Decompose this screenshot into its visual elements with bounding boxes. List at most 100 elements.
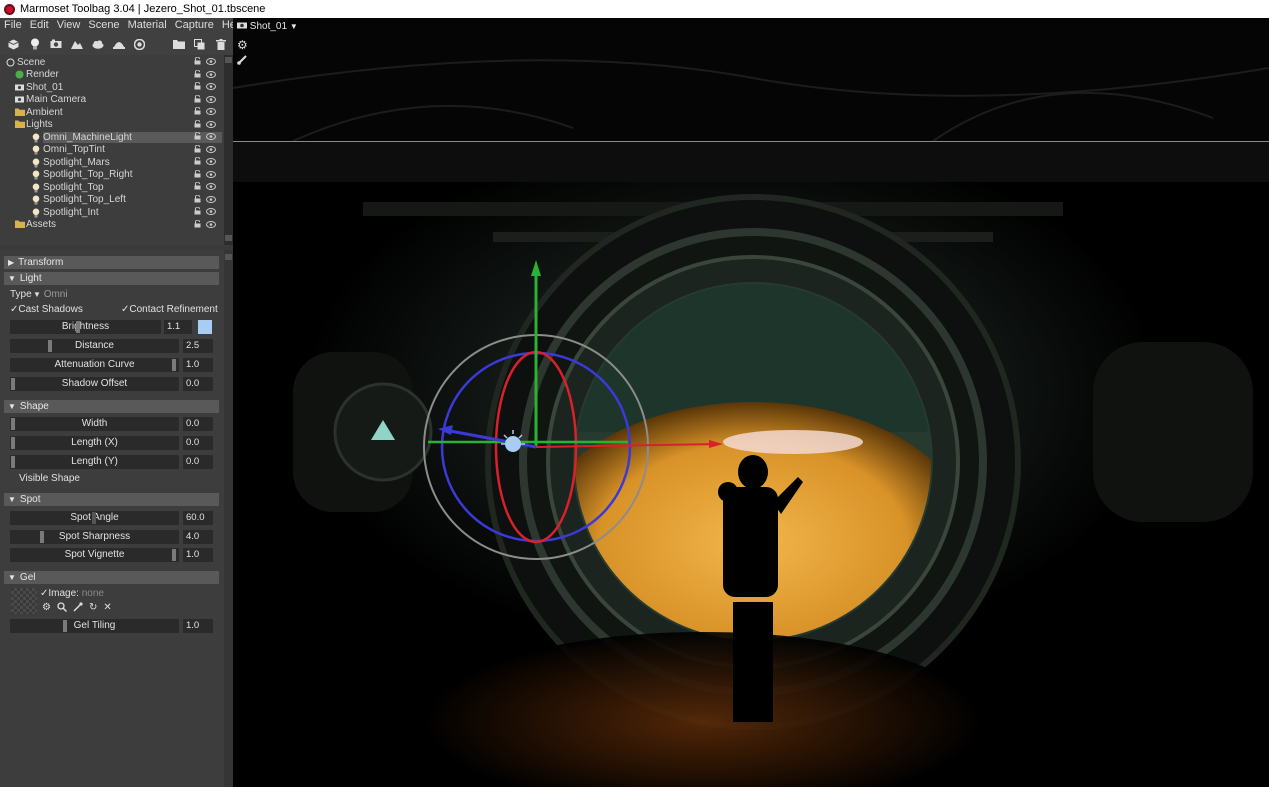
section-light[interactable]: ▼ Light [4, 272, 219, 285]
trash-icon[interactable] [213, 37, 228, 51]
lock-icon[interactable] [194, 94, 201, 105]
brightness-value[interactable]: 1.1 [164, 320, 192, 334]
length-x-slider[interactable]: Length (X) [10, 436, 179, 450]
add-light-icon[interactable] [27, 37, 42, 51]
slider-knob[interactable] [11, 456, 15, 468]
menu-edit[interactable]: Edit [26, 18, 53, 33]
lock-icon[interactable] [194, 81, 201, 92]
visibility-eye-icon[interactable] [206, 157, 216, 167]
visibility-eye-icon[interactable] [206, 220, 216, 230]
visibility-eye-icon[interactable] [206, 70, 216, 80]
outliner-item-render[interactable]: Render [0, 69, 222, 82]
search-icon[interactable] [57, 602, 67, 615]
reload-icon[interactable]: ↻ [89, 602, 97, 615]
visibility-eye-icon[interactable] [206, 82, 216, 92]
add-sky-icon[interactable] [132, 37, 147, 51]
outliner-item-shot-01[interactable]: Shot_01 [0, 81, 222, 94]
visibility-eye-icon[interactable] [206, 182, 216, 192]
lock-icon[interactable] [194, 56, 201, 67]
visibility-eye-icon[interactable] [206, 170, 216, 180]
width-slider[interactable]: Width [10, 417, 179, 431]
close-icon[interactable]: ✕ [103, 602, 111, 615]
visibility-eye-icon[interactable] [206, 132, 216, 142]
visibility-eye-icon[interactable] [206, 95, 216, 105]
folder-icon[interactable] [171, 37, 186, 51]
add-camera-icon[interactable] [48, 37, 63, 51]
shadow-offset-value[interactable]: 0.0 [183, 377, 213, 391]
gel-image-checkbox[interactable]: ✓Image: none [40, 588, 104, 599]
length-x-value[interactable]: 0.0 [183, 436, 213, 450]
outliner-item-spotlight-top-left[interactable]: Spotlight_Top_Left [0, 194, 222, 207]
3d-viewport[interactable]: Shot_01 ▼ ⚙ [233, 18, 1269, 787]
slider-knob[interactable] [11, 418, 15, 430]
add-fog-icon[interactable] [90, 37, 105, 51]
lock-icon[interactable] [194, 219, 201, 230]
spot-angle-slider[interactable]: Spot Angle [10, 511, 179, 525]
lock-icon[interactable] [194, 131, 201, 142]
spot-vignette-value[interactable]: 1.0 [183, 548, 213, 562]
outliner-item-omni-toptint[interactable]: Omni_TopTint [0, 144, 222, 157]
scroll-up-arrow[interactable] [225, 254, 232, 260]
add-mesh-icon[interactable] [6, 37, 21, 51]
spot-sharpness-value[interactable]: 4.0 [183, 530, 213, 544]
visibility-eye-icon[interactable] [206, 195, 216, 205]
menu-capture[interactable]: Capture [171, 18, 218, 33]
section-shape[interactable]: ▼ Shape [4, 400, 219, 413]
slider-knob[interactable] [11, 378, 15, 390]
lock-icon[interactable] [194, 206, 201, 217]
slider-knob[interactable] [172, 549, 176, 561]
spot-sharpness-slider[interactable]: Spot Sharpness [10, 530, 179, 544]
length-y-value[interactable]: 0.0 [183, 455, 213, 469]
slider-knob[interactable] [172, 359, 176, 371]
outliner-item-main-camera[interactable]: Main Camera [0, 94, 222, 107]
attenuation-slider[interactable]: Attenuation Curve [10, 358, 179, 372]
visible-shape-checkbox[interactable]: Visible Shape [19, 473, 80, 484]
slider-knob[interactable] [40, 531, 44, 543]
shadow-offset-slider[interactable]: Shadow Offset [10, 377, 179, 391]
slider-knob[interactable] [92, 512, 96, 524]
visibility-eye-icon[interactable] [206, 57, 216, 67]
outliner-item-ambient[interactable]: Ambient [0, 106, 222, 119]
visibility-eye-icon[interactable] [206, 207, 216, 217]
visibility-eye-icon[interactable] [206, 107, 216, 117]
cast-shadows-checkbox[interactable]: ✓Cast Shadows [10, 304, 83, 315]
outliner-item-omni-machinelight[interactable]: Omni_MachineLight [0, 131, 222, 144]
lock-icon[interactable] [194, 106, 201, 117]
brightness-slider[interactable]: Brightness [10, 320, 161, 334]
menu-scene[interactable]: Scene [84, 18, 123, 33]
properties-scrollbar[interactable] [224, 250, 233, 787]
lock-icon[interactable] [194, 156, 201, 167]
outliner-item-lights[interactable]: Lights [0, 119, 222, 132]
contact-refinement-checkbox[interactable]: ✓Contact Refinement [121, 304, 218, 315]
viewport-settings-gear-icon[interactable]: ⚙ [237, 38, 248, 52]
light-color-swatch[interactable] [198, 320, 212, 334]
section-spot[interactable]: ▼ Spot [4, 493, 219, 506]
type-dropdown[interactable]: ▼ Omni [33, 289, 68, 300]
lock-icon[interactable] [194, 169, 201, 180]
distance-slider[interactable]: Distance [10, 339, 179, 353]
outliner-item-spotlight-top-right[interactable]: Spotlight_Top_Right [0, 169, 222, 182]
gel-image-thumbnail[interactable] [11, 588, 37, 614]
spot-angle-value[interactable]: 60.0 [183, 511, 213, 525]
section-transform[interactable]: ▶ Transform [4, 256, 219, 269]
render-brush-icon[interactable] [237, 54, 248, 68]
scroll-up-arrow[interactable] [225, 57, 232, 63]
add-shadow-catcher-icon[interactable] [111, 37, 126, 51]
slider-knob[interactable] [48, 340, 52, 352]
menu-file[interactable]: File [0, 18, 26, 33]
gear-icon[interactable]: ⚙ [42, 602, 51, 615]
outliner-scrollbar[interactable] [224, 55, 233, 245]
lock-icon[interactable] [194, 69, 201, 80]
attenuation-value[interactable]: 1.0 [183, 358, 213, 372]
menu-material[interactable]: Material [124, 18, 171, 33]
outliner-item-spotlight-top[interactable]: Spotlight_Top [0, 181, 222, 194]
outliner-item-spotlight-mars[interactable]: Spotlight_Mars [0, 156, 222, 169]
outliner-item-assets[interactable]: Assets [0, 219, 222, 232]
distance-value[interactable]: 2.5 [183, 339, 213, 353]
slider-knob[interactable] [63, 620, 67, 632]
outliner-item-spotlight-int[interactable]: Spotlight_Int [0, 206, 222, 219]
add-terrain-icon[interactable] [69, 37, 84, 51]
scroll-down-arrow[interactable] [225, 235, 232, 241]
gel-tiling-slider[interactable]: Gel Tiling [10, 619, 179, 633]
spot-vignette-slider[interactable]: Spot Vignette [10, 548, 179, 562]
